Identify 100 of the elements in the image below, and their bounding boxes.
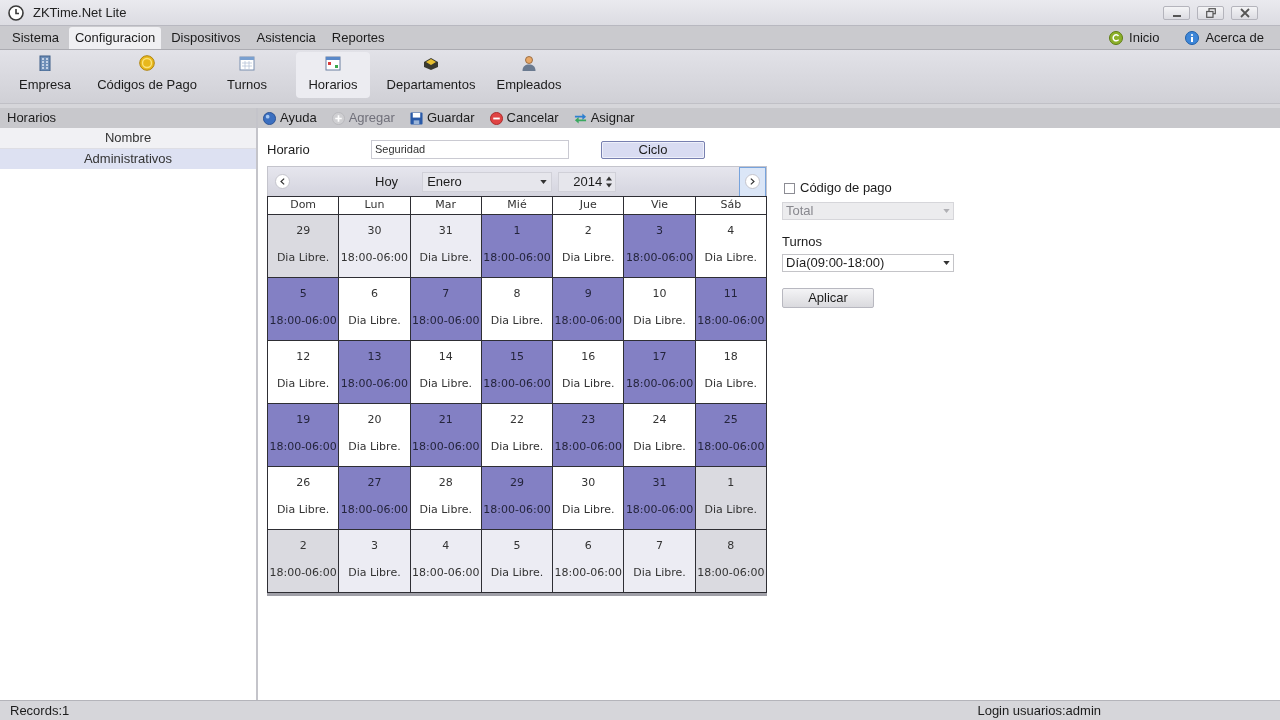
caret-icon bbox=[540, 179, 548, 184]
login-user: Login usuarios:admin bbox=[977, 701, 1101, 720]
day-number: 22 bbox=[510, 413, 524, 426]
shift-text: Dia Libre. bbox=[419, 251, 472, 264]
day-number: 10 bbox=[652, 287, 667, 300]
menu-link[interactable]: Inicio bbox=[1129, 28, 1160, 48]
day-number: 6 bbox=[584, 539, 592, 552]
shift-text: 18:00-06:00 bbox=[412, 566, 480, 579]
shift-text: Dia Libre. bbox=[490, 314, 544, 327]
shift-text: 18:00-06:00 bbox=[483, 377, 551, 390]
shift-text: 18:00-06:00 bbox=[412, 314, 480, 327]
action-button[interactable]: Ayuda bbox=[280, 108, 317, 128]
menu-item[interactable]: Configuracion bbox=[68, 27, 162, 49]
day-number: 21 bbox=[438, 413, 453, 426]
next-month-button[interactable] bbox=[739, 166, 766, 197]
day-number: 12 bbox=[296, 350, 311, 363]
building-icon bbox=[37, 55, 53, 72]
plus-circle-icon bbox=[331, 111, 345, 125]
shift-text: Dia Libre. bbox=[633, 440, 686, 453]
day-number: 18 bbox=[723, 350, 738, 363]
shift-text: 18:00-06:00 bbox=[554, 314, 622, 327]
weekday-header: Vie bbox=[624, 197, 696, 215]
day-number: 16 bbox=[581, 350, 596, 363]
day-number: 15 bbox=[510, 350, 524, 363]
shift-text: Dia Libre. bbox=[348, 566, 401, 579]
toolbar-button[interactable]: Códigos de Pago bbox=[86, 52, 208, 98]
chevron-right-icon bbox=[750, 178, 755, 185]
day-number: 4 bbox=[442, 539, 450, 552]
weekday-header: Dom bbox=[268, 197, 340, 215]
month-select[interactable]: Enero bbox=[422, 171, 553, 192]
day-number: 9 bbox=[584, 287, 592, 300]
day-number: 17 bbox=[652, 350, 667, 363]
schedule-name-field[interactable]: Seguridad bbox=[371, 140, 569, 159]
toolbar-button[interactable]: Empresa bbox=[8, 52, 82, 98]
shift-text: Dia Libre. bbox=[276, 503, 330, 516]
today-button[interactable]: Hoy bbox=[375, 171, 399, 192]
list-row[interactable]: Administrativos bbox=[0, 149, 256, 169]
menu-item[interactable]: Reportes bbox=[325, 27, 391, 49]
day-number: 4 bbox=[727, 224, 735, 237]
toolbar-button[interactable]: Departamentos bbox=[380, 52, 482, 98]
shift-text: 18:00-06:00 bbox=[625, 377, 694, 390]
restore-button[interactable] bbox=[1197, 5, 1224, 20]
action-button[interactable]: Asignar bbox=[590, 108, 635, 128]
close-icon bbox=[1239, 7, 1250, 18]
minus-circle-icon bbox=[489, 111, 503, 125]
shift-text: 18:00-06:00 bbox=[269, 440, 337, 453]
toolbar-button[interactable]: Horarios bbox=[296, 52, 370, 98]
day-number: 6 bbox=[370, 287, 378, 300]
shift-text: 18:00-06:00 bbox=[625, 251, 694, 264]
day-number: 24 bbox=[652, 413, 667, 426]
day-number: 7 bbox=[656, 539, 664, 552]
cycle-button[interactable]: Ciclo bbox=[601, 140, 705, 159]
checkbox-label: Código de pago bbox=[800, 179, 892, 198]
shift-text: 18:00-06:00 bbox=[625, 503, 694, 516]
shift-text: 18:00-06:00 bbox=[483, 251, 551, 264]
day-number: 20 bbox=[367, 413, 382, 426]
toolbar-button[interactable]: Turnos bbox=[210, 52, 284, 98]
day-number: 31 bbox=[652, 476, 667, 489]
weekday-header: Sáb bbox=[695, 197, 767, 215]
day-number: 3 bbox=[656, 224, 664, 237]
action-button[interactable]: Guardar bbox=[426, 108, 475, 128]
day-number: 27 bbox=[367, 476, 382, 489]
records-count: Records:1 bbox=[10, 701, 70, 720]
field-label: Horario bbox=[267, 140, 311, 159]
shift-text: Dia Libre. bbox=[562, 377, 615, 390]
coin-icon bbox=[139, 55, 155, 72]
close-button[interactable] bbox=[1231, 5, 1258, 20]
action-button[interactable]: Cancelar bbox=[506, 108, 559, 128]
previous-month-button[interactable] bbox=[275, 174, 290, 189]
shift-text: Dia Libre. bbox=[704, 503, 758, 516]
year-spinner[interactable]: 2014 bbox=[558, 171, 617, 192]
restore-icon bbox=[1205, 7, 1216, 18]
caret-icon bbox=[943, 260, 950, 265]
shift-text: Dia Libre. bbox=[704, 251, 758, 264]
chevron-left-icon bbox=[280, 178, 285, 185]
shift-select[interactable]: Día(09:00-18:00) bbox=[782, 253, 954, 272]
minimize-button[interactable] bbox=[1163, 5, 1190, 20]
toolbar-button[interactable]: Empleados bbox=[490, 52, 568, 98]
menu-item[interactable]: Asistencia bbox=[250, 27, 322, 49]
shift-text: 18:00-06:00 bbox=[697, 440, 765, 453]
apply-button[interactable]: Aplicar bbox=[782, 287, 874, 308]
shift-text: 18:00-06:00 bbox=[554, 440, 622, 453]
shift-text: Dia Libre. bbox=[633, 314, 686, 327]
shift-text: Dia Libre. bbox=[348, 440, 401, 453]
day-number: 25 bbox=[723, 413, 738, 426]
day-number: 13 bbox=[367, 350, 382, 363]
menu-item[interactable]: Dispositivos bbox=[165, 27, 247, 49]
panel-header: Horarios bbox=[0, 108, 256, 128]
day-number: 2 bbox=[299, 539, 307, 552]
shift-text: Dia Libre. bbox=[419, 377, 472, 390]
day-number: 29 bbox=[510, 476, 524, 489]
day-number: 8 bbox=[513, 287, 521, 300]
shift-text: Dia Libre. bbox=[419, 503, 472, 516]
menu-item[interactable]: Sistema bbox=[6, 27, 65, 49]
menu-link[interactable]: Acerca de bbox=[1205, 28, 1264, 48]
shift-text: 18:00-06:00 bbox=[483, 503, 551, 516]
calendar-icon bbox=[239, 55, 255, 72]
field-label: Turnos bbox=[782, 233, 823, 251]
day-number: 23 bbox=[581, 413, 596, 426]
shift-text: 18:00-06:00 bbox=[697, 566, 765, 579]
